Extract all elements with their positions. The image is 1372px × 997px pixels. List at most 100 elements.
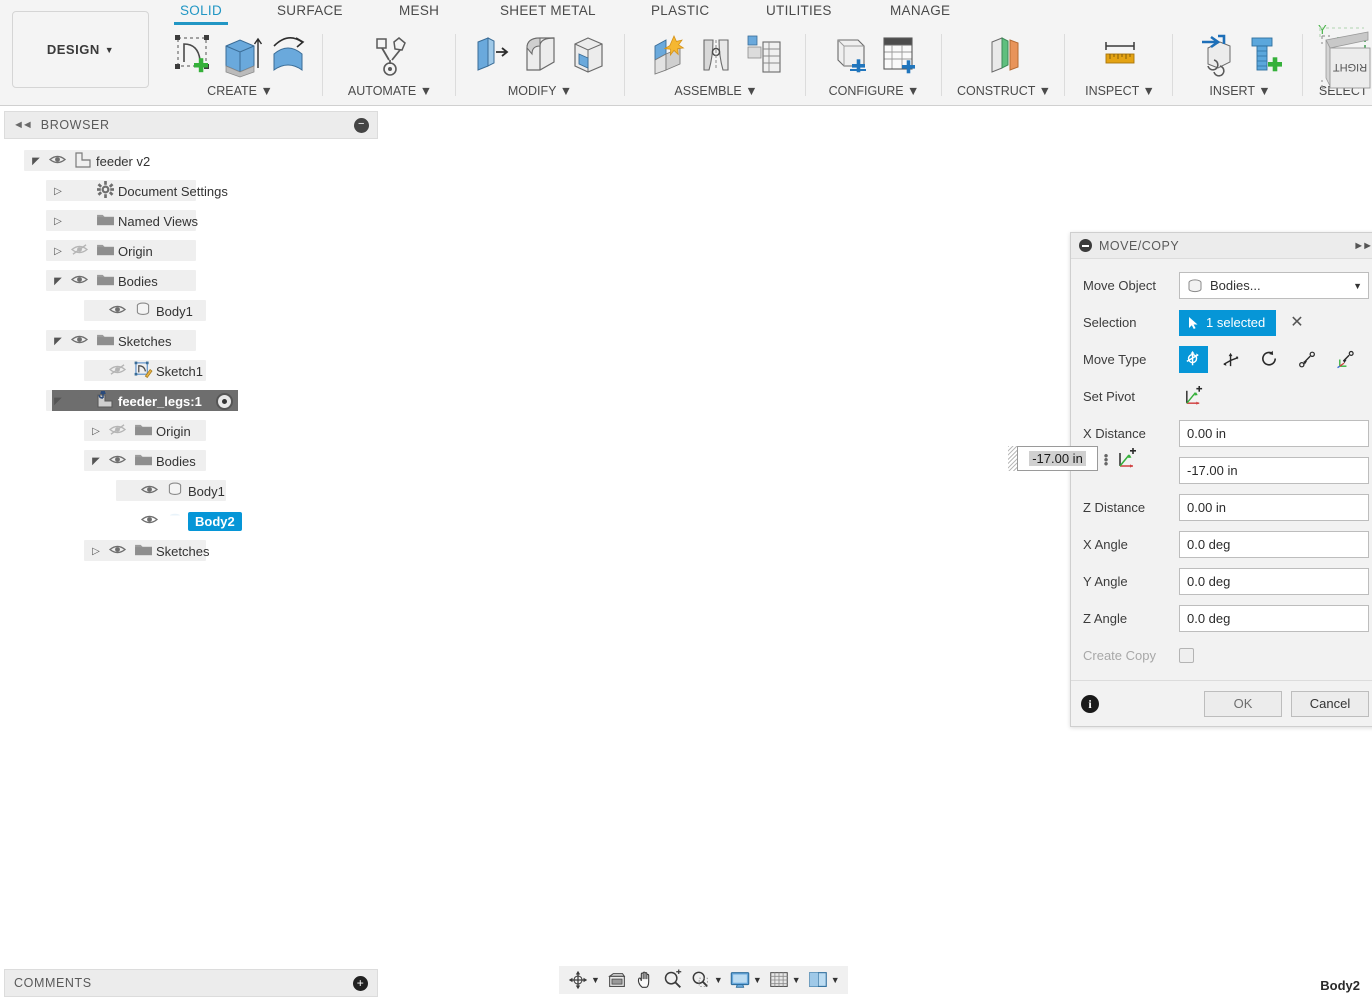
new-component-icon[interactable] <box>646 30 690 80</box>
expand-toggle-icon[interactable]: ▷ <box>50 186 66 197</box>
browser-item-body2[interactable]: Body2 <box>0 506 380 536</box>
visibility-toggle-icon[interactable] <box>66 242 92 260</box>
joint-icon[interactable] <box>694 30 738 80</box>
pan-icon[interactable] <box>632 967 658 993</box>
fillet-icon[interactable] <box>518 30 562 80</box>
create-copy-checkbox[interactable] <box>1179 648 1194 663</box>
visibility-toggle-icon[interactable] <box>104 362 130 380</box>
drag-grip[interactable] <box>1008 446 1017 471</box>
more-options-icon[interactable]: • • • <box>1098 449 1114 470</box>
info-icon[interactable]: i <box>1081 694 1099 713</box>
browser-item-bodies[interactable]: ◤ Bodies <box>0 266 380 296</box>
hopper-cone[interactable] <box>387 505 933 679</box>
activate-component-radio[interactable] <box>215 392 233 410</box>
automate-icon[interactable] <box>368 30 412 80</box>
extrude-icon[interactable] <box>218 30 263 80</box>
zoom-icon[interactable] <box>660 967 686 993</box>
tab-manage[interactable]: MANAGE <box>890 3 950 24</box>
navigation-bar[interactable]: ▼ ▼ ▼ ▼ ▼ <box>559 966 848 994</box>
browser-item-feeder-legs-1[interactable]: ◤ feeder_legs:1 <box>0 386 380 416</box>
manipulator-value-input[interactable]: -17.00 in • • • <box>1008 446 1138 471</box>
browser-item-sketches[interactable]: ◤ Sketches <box>0 326 380 356</box>
pivot-ellipse-handle[interactable] <box>722 488 750 502</box>
cancel-button[interactable]: Cancel <box>1291 690 1369 717</box>
ribbon-group-inspect-label[interactable]: INSPECT ▼ <box>1070 84 1170 98</box>
minimize-icon[interactable]: − <box>354 117 369 133</box>
visibility-toggle-icon[interactable] <box>44 152 70 170</box>
hopper-lid[interactable] <box>376 235 944 395</box>
expand-toggle-icon[interactable]: ◤ <box>50 396 66 407</box>
tab-solid[interactable]: SOLID <box>173 3 229 25</box>
viewports-icon[interactable]: ▼ <box>805 967 842 993</box>
view-cube[interactable]: Y RIGHT <box>1300 14 1372 124</box>
tab-utilities[interactable]: UTILITIES <box>766 3 832 24</box>
x-angle-input[interactable]: 0.0 deg <box>1179 531 1369 558</box>
manipulator-input-box[interactable]: -17.00 in <box>1017 446 1098 471</box>
axis-move-icon[interactable] <box>1116 447 1138 470</box>
move-manipulator[interactable] <box>722 484 876 640</box>
move-object-dropdown[interactable]: Bodies... ▼ <box>1179 272 1369 299</box>
collapse-icon[interactable] <box>1079 239 1092 252</box>
hopper-cylinder[interactable] <box>376 327 944 577</box>
x-axis-knob[interactable] <box>851 490 871 510</box>
tab-sheet-metal[interactable]: SHEET METAL <box>500 3 596 24</box>
chevron-down-icon[interactable]: ▼ <box>753 975 762 985</box>
add-comment-icon[interactable]: + <box>353 975 368 991</box>
browser-item-origin[interactable]: ▷ Origin <box>0 416 380 446</box>
clear-selection-icon[interactable]: ✕ <box>1290 314 1303 331</box>
expand-toggle-icon[interactable]: ▷ <box>50 246 66 257</box>
measure-icon[interactable] <box>1098 30 1142 80</box>
expand-toggle-icon[interactable]: ▷ <box>50 216 66 227</box>
ribbon-group-create-label[interactable]: CREATE ▼ <box>162 84 318 98</box>
orbit-icon[interactable]: ▼ <box>565 967 602 993</box>
press-pull-icon[interactable] <box>470 30 514 80</box>
expand-toggle-icon[interactable]: ◤ <box>50 276 66 287</box>
selection-chip[interactable]: 1 selected <box>1179 309 1277 336</box>
workspace-switcher-button[interactable]: DESIGN ▼ <box>12 11 149 88</box>
visibility-toggle-icon[interactable] <box>66 392 92 410</box>
comments-panel[interactable]: COMMENTS + <box>4 969 378 997</box>
expand-toggle-icon[interactable]: ▷ <box>88 546 104 557</box>
chevron-down-icon[interactable]: ▼ <box>831 975 840 985</box>
expand-toggle-icon[interactable]: ◤ <box>88 456 104 467</box>
plane-handle[interactable] <box>819 519 845 543</box>
insert-derive-icon[interactable] <box>1194 30 1238 80</box>
shell-icon[interactable] <box>566 30 610 80</box>
point-to-position-icon[interactable] <box>1331 346 1360 373</box>
visibility-toggle-icon[interactable] <box>104 542 130 560</box>
ribbon-group-modify-label[interactable]: MODIFY ▼ <box>462 84 618 98</box>
browser-item-body1[interactable]: Body1 <box>0 296 380 326</box>
tab-surface[interactable]: SURFACE <box>277 3 343 24</box>
lid-opening[interactable] <box>553 238 767 296</box>
browser-item-bodies[interactable]: ◤ Bodies <box>0 446 380 476</box>
browser-item-body1[interactable]: Body1 <box>0 476 380 506</box>
look-at-icon[interactable] <box>604 967 630 993</box>
expand-toggle-icon[interactable]: ◤ <box>28 156 44 167</box>
chevron-down-icon[interactable]: ▼ <box>714 975 723 985</box>
display-settings-icon[interactable]: ▼ <box>727 967 764 993</box>
browser-item-sketches[interactable]: ▷ Sketches <box>0 536 380 566</box>
ribbon-group-assemble-label[interactable]: ASSEMBLE ▼ <box>632 84 800 98</box>
insert-mcmaster-icon[interactable] <box>1242 30 1286 80</box>
set-pivot-icon[interactable] <box>1179 383 1208 410</box>
collapse-left-icon[interactable]: ◄◄ <box>13 119 33 131</box>
feeder-legs[interactable] <box>377 445 859 903</box>
offset-plane-icon[interactable] <box>982 30 1026 80</box>
y-angle-input[interactable]: 0.0 deg <box>1179 568 1369 595</box>
expand-toggle-icon[interactable]: ▷ <box>88 426 104 437</box>
z-angle-input[interactable]: 0.0 deg <box>1179 605 1369 632</box>
tab-plastic[interactable]: PLASTIC <box>651 3 709 24</box>
visibility-toggle-icon[interactable] <box>104 452 130 470</box>
visibility-toggle-icon[interactable] <box>66 332 92 350</box>
x-axis-arrow-handle[interactable] <box>762 484 808 516</box>
ribbon-group-insert-label[interactable]: INSERT ▼ <box>1180 84 1300 98</box>
point-to-point-icon[interactable] <box>1293 346 1322 373</box>
z-distance-input[interactable]: 0.00 in <box>1179 494 1369 521</box>
dialog-header[interactable]: MOVE/COPY ►► <box>1071 233 1372 259</box>
translate-icon[interactable] <box>1217 346 1246 373</box>
x-distance-input[interactable]: 0.00 in <box>1179 420 1369 447</box>
browser-item-document-settings[interactable]: ▷ Document Settings <box>0 176 380 206</box>
browser-item-origin[interactable]: ▷ Origin <box>0 236 380 266</box>
ok-button[interactable]: OK <box>1204 690 1282 717</box>
browser-item-sketch1[interactable]: Sketch1 <box>0 356 380 386</box>
